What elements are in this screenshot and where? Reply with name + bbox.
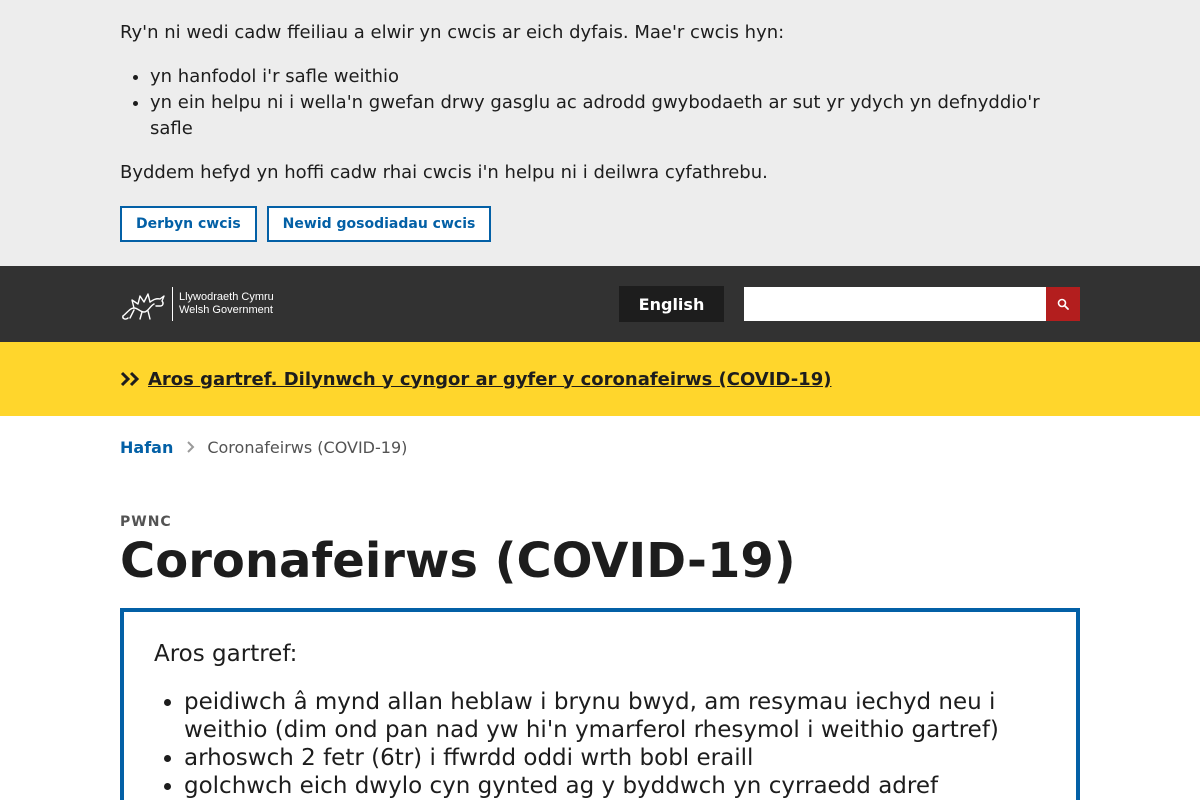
cookie-banner: Ry'n ni wedi cadw ffeiliau a elwir yn cw…	[0, 0, 1200, 266]
stay-home-box: Aros gartref: peidiwch â mynd allan hebl…	[120, 608, 1080, 800]
breadcrumb-home-link[interactable]: Hafan	[120, 438, 173, 457]
welsh-government-logo[interactable]: Llywodraeth Cymru Welsh Government	[120, 286, 274, 322]
cookie-list: yn hanfodol i'r safle weithio yn ein hel…	[150, 64, 1080, 142]
search-input[interactable]	[744, 287, 1046, 321]
logo-line-welsh: Llywodraeth Cymru	[179, 291, 274, 303]
search-form	[744, 287, 1080, 321]
dragon-icon	[122, 293, 165, 320]
page-type-label: PWNC	[120, 514, 172, 530]
search-button[interactable]	[1046, 287, 1080, 321]
accept-cookies-button[interactable]: Derbyn cwcis	[120, 206, 257, 242]
language-toggle-button[interactable]: English	[619, 286, 724, 322]
search-icon	[1057, 298, 1069, 310]
cookie-buttons: Derbyn cwcis Newid gosodiadau cwcis	[120, 206, 1080, 242]
covid-alert-banner: Aros gartref. Dilynwch y cyngor ar gyfer…	[0, 342, 1200, 416]
list-item: golchwch eich dwylo cyn gynted ag y bydd…	[184, 772, 1046, 800]
stay-home-list: peidiwch â mynd allan heblaw i brynu bwy…	[184, 688, 1046, 800]
page-title: Coronafeirws (COVID-19)	[120, 533, 796, 589]
cookie-intro: Ry'n ni wedi cadw ffeiliau a elwir yn cw…	[120, 22, 785, 43]
chevron-right-icon	[187, 441, 195, 453]
breadcrumb-current: Coronafeirws (COVID-19)	[207, 437, 408, 457]
breadcrumb: Hafan Coronafeirws (COVID-19)	[120, 416, 1080, 478]
site-header: Llywodraeth Cymru Welsh Government Engli…	[0, 266, 1200, 342]
cookie-list-item: yn hanfodol i'r safle weithio	[150, 64, 1080, 90]
main-content: Hafan Coronafeirws (COVID-19) PWNC Coron…	[120, 416, 1080, 800]
list-item: arhoswch 2 fetr (6tr) i ffwrdd oddi wrth…	[184, 744, 1046, 772]
covid-alert-link[interactable]: Aros gartref. Dilynwch y cyngor ar gyfer…	[148, 369, 831, 390]
stay-home-heading: Aros gartref:	[154, 641, 298, 667]
cookie-list-item: yn ein helpu ni i wella'n gwefan drwy ga…	[150, 90, 1080, 142]
cookie-extra: Byddem hefyd yn hoffi cadw rhai cwcis i'…	[120, 162, 768, 183]
double-chevron-right-icon	[120, 371, 140, 387]
cookie-settings-button[interactable]: Newid gosodiadau cwcis	[266, 206, 492, 242]
list-item: peidiwch â mynd allan heblaw i brynu bwy…	[184, 688, 1046, 744]
logo-line-english: Welsh Government	[179, 304, 273, 316]
logo-divider	[172, 287, 173, 321]
logo-text: Llywodraeth Cymru Welsh Government	[179, 291, 274, 317]
